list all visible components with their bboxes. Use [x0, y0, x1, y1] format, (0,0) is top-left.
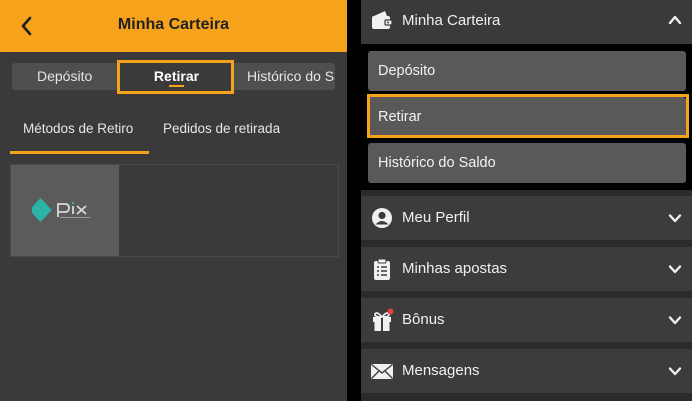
menu-header-minha-carteira[interactable]: Minha Carteira	[361, 0, 692, 44]
pix-method-card[interactable]	[11, 165, 119, 256]
menu-item-deposito[interactable]: Depósito	[368, 51, 686, 91]
menu-label: Minha Carteira	[402, 12, 501, 29]
chevron-down-icon	[668, 262, 682, 276]
wallet-icon	[370, 8, 394, 32]
menu-label: Bônus	[402, 311, 445, 328]
menu-section-minha-carteira: Minha Carteira Depósito Retirar Históric…	[361, 0, 692, 190]
tab-deposito[interactable]: Depósito	[37, 63, 92, 90]
chevron-down-icon	[668, 313, 682, 327]
divider	[347, 0, 361, 401]
withdraw-methods-list	[10, 164, 339, 257]
side-menu: Minha Carteira Depósito Retirar Históric…	[361, 0, 692, 401]
envelope-icon	[370, 359, 394, 383]
wallet-screen: Minha Carteira Depósito Retirar Históric…	[0, 0, 347, 401]
subtab-pedidos[interactable]: Pedidos de retirada	[163, 121, 280, 136]
subtab-metodos[interactable]: Métodos de Retiro	[23, 121, 133, 136]
chevron-down-icon	[668, 211, 682, 225]
menu-header-minhas-apostas[interactable]: Minhas apostas	[361, 247, 692, 291]
menu-label: Minhas apostas	[402, 260, 508, 277]
menu-item-historico[interactable]: Histórico do Saldo	[368, 143, 686, 183]
menu-header-mensagens[interactable]: Mensagens	[361, 349, 692, 393]
tab-historico[interactable]: Histórico do Saldo	[247, 63, 335, 90]
menu-header-meu-perfil[interactable]: Meu Perfil	[361, 196, 692, 240]
menu-label: Mensagens	[402, 362, 480, 379]
chevron-up-icon	[668, 13, 682, 27]
pix-logo-icon	[29, 198, 100, 227]
highlight-box	[367, 94, 689, 138]
page-title: Minha Carteira	[117, 16, 230, 33]
clipboard-icon	[370, 257, 394, 281]
menu-header-bonus[interactable]: Bônus	[361, 298, 692, 342]
menu-item-label: Depósito	[378, 63, 436, 79]
app-header: Minha Carteira	[0, 0, 347, 52]
menu-label: Meu Perfil	[402, 209, 470, 226]
user-icon	[370, 206, 394, 230]
chevron-down-icon	[668, 364, 682, 378]
highlight-box	[117, 60, 234, 94]
gift-icon	[370, 308, 394, 332]
active-subtab-indicator	[10, 151, 149, 154]
menu-item-label: Histórico do Saldo	[378, 155, 496, 171]
